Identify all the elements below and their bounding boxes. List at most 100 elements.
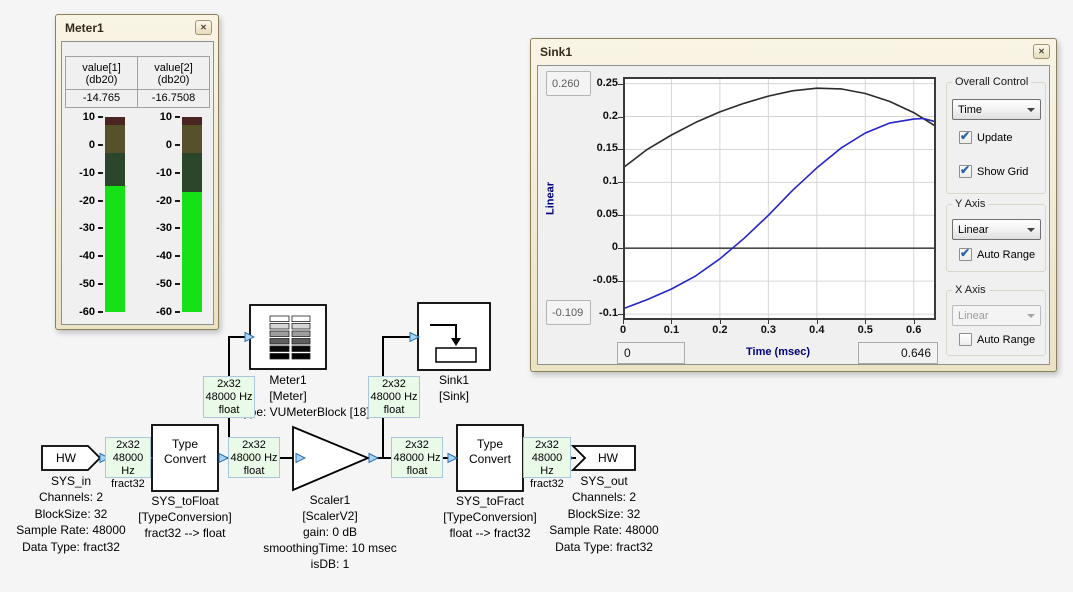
pin [219,454,228,463]
meter-scale-dash [98,144,103,146]
axis-tick-label: 0.5 [848,324,882,336]
meter-scale-dash [175,200,180,202]
wire-label-float: 2x32 48000 Hz float [368,376,420,418]
meter-bar-segment [182,125,202,153]
close-icon[interactable]: ✕ [1033,44,1050,59]
type-convert-2-text: Type Convert [457,437,523,467]
axis-tick-label [618,149,623,150]
y-auto-range-row[interactable]: Auto Range [954,248,1035,261]
axis-tick-label [618,314,623,315]
x-auto-range-checkbox[interactable] [959,333,972,346]
wire-label-float: 2x32 48000 Hz float [203,376,255,418]
scope-plot [623,77,936,320]
x-axis-group: X Axis Linear Auto Range [946,290,1046,356]
axis-tick-label [618,215,623,216]
y-auto-range-checkbox[interactable] [959,248,972,261]
meter1-content: value[1] (db20) -14.765 value[2] (db20) … [61,41,214,325]
meter-scale-tick: 0 [67,139,95,152]
meter-scale-tick: -30 [67,222,95,235]
design-canvas: HW HW Type Convert Type Convert SYS_in C… [0,0,1073,592]
axis-tick-label: 0.2 [703,324,737,336]
axis-tick-label: 0.6 [897,324,931,336]
update-checkbox[interactable] [959,131,972,144]
overall-control-legend: Overall Control [952,76,1031,88]
meter-scale-dash [98,311,103,313]
y-axis-title: Linear [545,169,558,229]
wire-label-float: 2x32 48000 Hz float [391,437,443,478]
y-axis-group: Y Axis Linear Auto Range [946,204,1046,272]
y-axis-legend: Y Axis [952,198,988,210]
meter-scale-tick: -40 [144,250,172,263]
chevron-down-icon [1027,314,1035,318]
meter-scale-dash [175,255,180,257]
meter-scale-dash [175,144,180,146]
x-min-box[interactable]: 0 [617,342,685,364]
axis-tick-label: 0.25 [576,77,618,89]
axis-tick-label [618,182,623,183]
axis-tick-label [671,320,672,324]
meter1-titlebar[interactable]: Meter1 ✕ [56,15,218,40]
x-max-box[interactable]: 0.646 [858,342,938,364]
axis-tick-label [623,320,624,324]
meter-scale-tick: -50 [67,278,95,291]
meter-bar-segment [105,186,125,312]
show-grid-checkbox-row[interactable]: Show Grid [954,165,1028,178]
meter-scale-dash [98,200,103,202]
x-scale-dropdown: Linear [952,305,1041,326]
x-auto-range-row[interactable]: Auto Range [954,333,1035,346]
sink1-titlebar[interactable]: Sink1 ✕ [531,39,1056,64]
meter-scale-tick: -60 [67,306,95,319]
hw-out-label: HW [584,450,632,466]
meter-scale-tick: -40 [67,250,95,263]
axis-tick-label: -0.05 [576,274,618,286]
vu-meter-bars: 100-10-20-30-40-50-60100-10-20-30-40-50-… [62,42,213,324]
meter-scale-dash [175,172,180,174]
axis-tick-label [618,117,623,118]
axis-tick-label: 0.1 [654,324,688,336]
wire-label-float: 2x32 48000 Hz float [228,437,280,478]
meter-scale-dash [98,255,103,257]
meter-bar-segment [182,153,202,191]
x-axis-title: Time (msec) [698,346,858,358]
meter-scale-dash [175,311,180,313]
meter-scale-tick: -30 [144,222,172,235]
sink1-content: 0.260 -0.109 Linear 00.10.20.30.40.50.60… [537,65,1050,365]
show-grid-checkbox[interactable] [959,165,972,178]
close-icon[interactable]: ✕ [195,20,212,35]
x-axis-legend: X Axis [952,284,989,296]
meter-scale-dash [175,116,180,118]
meter-bar-segment [105,117,125,125]
meter-scale-tick: 10 [144,111,172,124]
meter-bar-segment [182,117,202,125]
sink1-window: Sink1 ✕ 0.260 -0.109 Linear 00.10.20.30.… [530,38,1057,372]
domain-dropdown[interactable]: Time [952,99,1041,120]
scaler-caption: Scaler1 [ScalerV2] gain: 0 dB smoothingT… [245,492,415,572]
meter-scale-dash [175,283,180,285]
axis-tick-label: 0.3 [751,324,785,336]
axis-tick-label: 0.15 [576,142,618,154]
axis-tick-label [720,320,721,324]
axis-tick-label [914,320,915,324]
meter-scale-tick: -60 [144,306,172,319]
sys-tofloat-caption: SYS_toFloat [TypeConversion] fract32 -->… [110,493,260,541]
meter-scale-tick: -10 [67,167,95,180]
meter-bar-segment [182,192,202,312]
chevron-down-icon [1027,108,1035,112]
axis-tick-label: 0 [606,324,640,336]
hw-in-label: HW [42,450,90,466]
meter-scale-dash [98,227,103,229]
meter-bar-segment [105,153,125,186]
meter-scale-tick: 0 [144,139,172,152]
wire-label-fract32: 2x32 48000 Hz fract32 [523,437,571,478]
meter-scale-dash [175,227,180,229]
axis-tick-label [618,248,623,249]
axis-tick-label: 0.2 [576,110,618,122]
axis-tick-label: 0 [576,241,618,253]
meter-scale-tick: -50 [144,278,172,291]
update-checkbox-row[interactable]: Update [954,131,1012,144]
axis-tick-label [618,84,623,85]
y-scale-dropdown[interactable]: Linear [952,219,1041,240]
axis-tick-label [768,320,769,324]
meter1-window-title: Meter1 [65,21,104,35]
meter1-window: Meter1 ✕ value[1] (db20) -14.765 value[2… [55,14,219,330]
